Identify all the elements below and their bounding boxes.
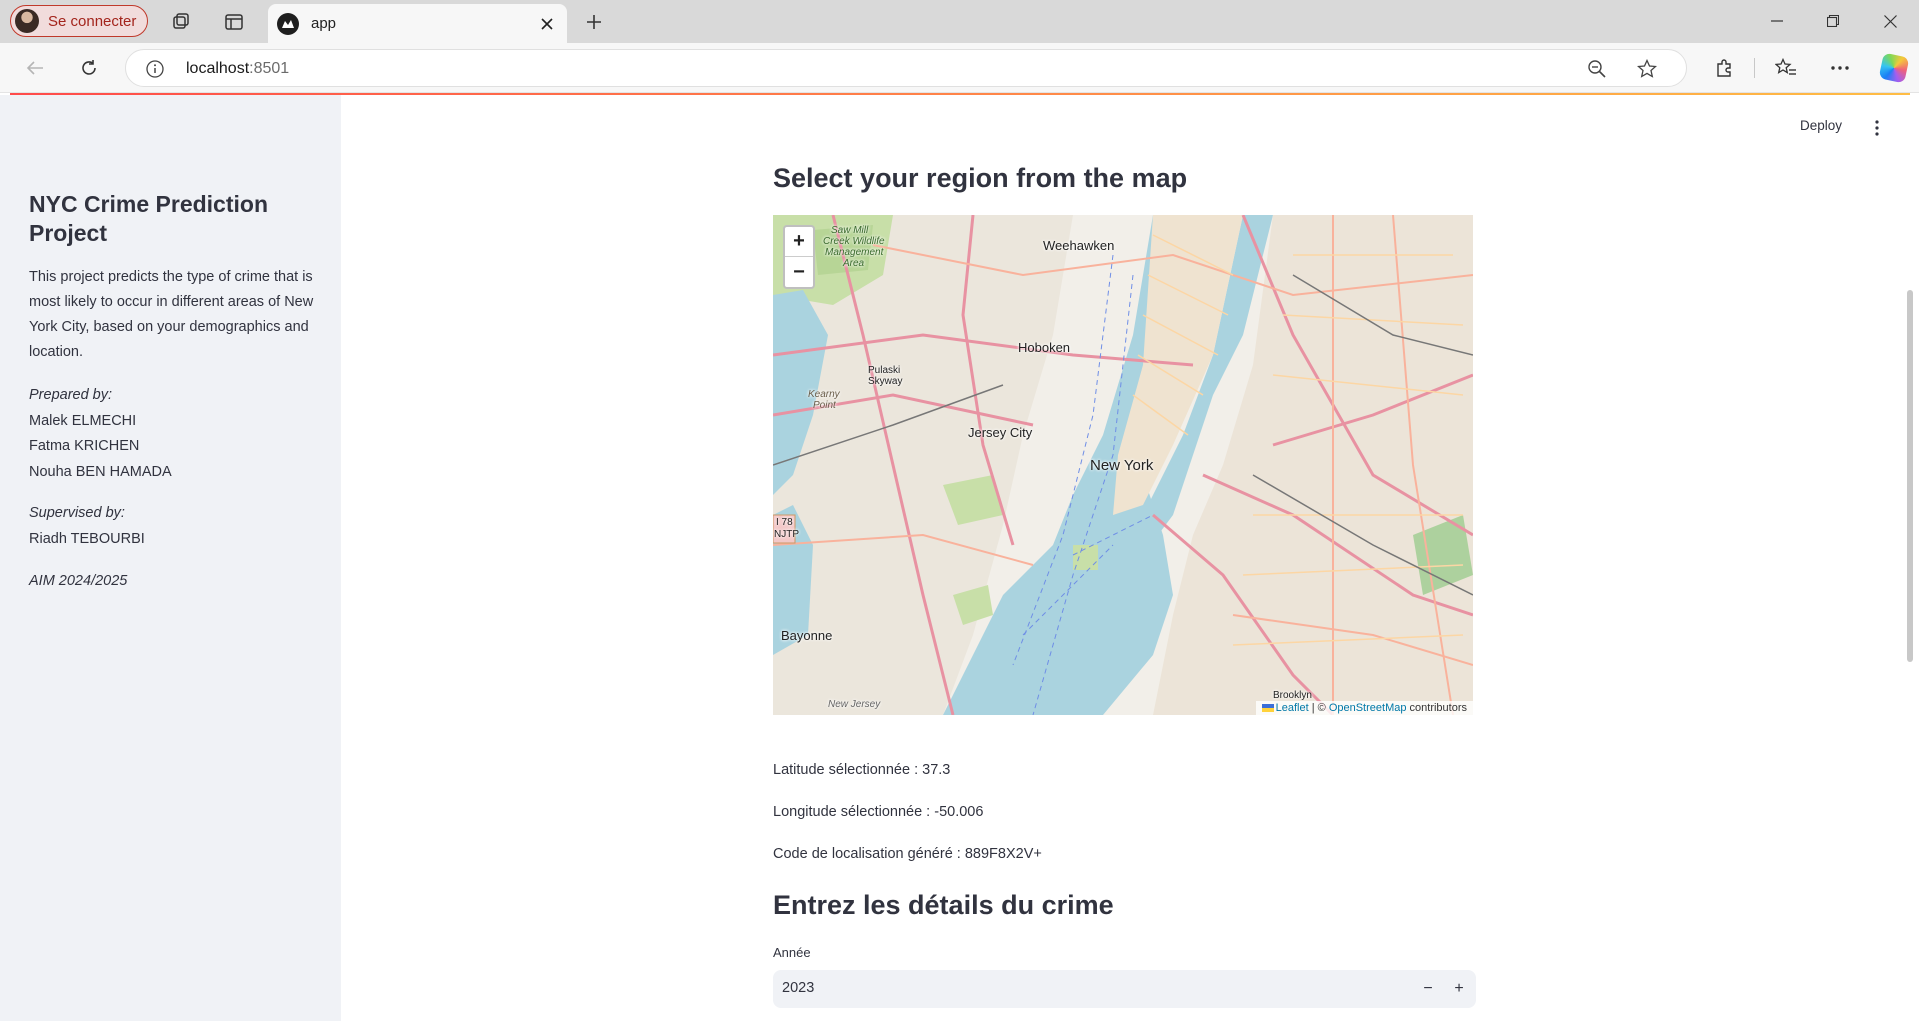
year-number-input[interactable]: 2023 − + — [773, 970, 1476, 1008]
supervised-by-label: Supervised by: — [29, 505, 125, 521]
academic-year: AIM 2024/2025 — [29, 573, 128, 589]
tab-actions-icon[interactable] — [221, 9, 247, 35]
workspaces-icon[interactable] — [168, 9, 194, 35]
map-label: Pulaski — [868, 365, 901, 376]
map-label: Kearny — [808, 389, 840, 400]
year-value[interactable]: 2023 — [782, 980, 814, 996]
year-increment-button[interactable]: + — [1444, 974, 1474, 1004]
page-scrollbar[interactable] — [1907, 290, 1913, 662]
author-name: Malek ELMECHI — [29, 413, 137, 429]
ukraine-flag-icon — [1261, 704, 1274, 712]
main-menu-icon[interactable] — [1870, 118, 1884, 138]
close-window-icon[interactable] — [1867, 6, 1913, 36]
map-label: Jersey City — [968, 425, 1033, 440]
more-options-icon[interactable] — [1826, 54, 1854, 82]
year-decrement-button[interactable]: − — [1413, 974, 1443, 1004]
url-text: localhost:8501 — [186, 60, 289, 78]
map-label: New York — [1090, 457, 1154, 474]
address-bar-row: localhost:8501 — [0, 43, 1919, 93]
site-info-icon[interactable] — [145, 59, 165, 79]
map-label: Point — [813, 400, 836, 411]
map-label: Brooklyn — [1273, 690, 1312, 701]
favorite-star-icon[interactable] — [1636, 58, 1658, 80]
map-zoom-control: + − — [783, 225, 815, 289]
leaflet-link[interactable]: Leaflet — [1276, 702, 1309, 714]
map-label: Bayonne — [781, 628, 833, 643]
url-field[interactable]: localhost:8501 — [125, 49, 1687, 87]
author-name: Nouha BEN HAMADA — [29, 464, 172, 480]
url-host: localhost — [186, 60, 250, 77]
url-port: :8501 — [249, 60, 290, 77]
author-name: Fatma KRICHEN — [29, 438, 140, 454]
attribution-contributors: contributors — [1406, 702, 1467, 714]
map-label: Weehawken — [1043, 238, 1115, 253]
map-label: Area — [843, 258, 865, 269]
map-zoom-out-button[interactable]: − — [785, 257, 813, 287]
refresh-icon[interactable] — [75, 54, 103, 82]
streamlit-favicon-icon — [277, 12, 299, 35]
profile-label: Se connecter — [48, 12, 137, 30]
year-label: Année — [773, 945, 811, 960]
deploy-button[interactable]: Deploy — [1800, 118, 1842, 133]
tab-app[interactable]: app — [268, 4, 567, 43]
osm-link[interactable]: OpenStreetMap — [1329, 702, 1407, 714]
longitude-text: Longitude sélectionnée : -50.006 — [773, 804, 984, 820]
map-label: Skyway — [868, 376, 903, 387]
extensions-icon[interactable] — [1710, 54, 1738, 82]
map-zoom-in-button[interactable]: + — [785, 227, 813, 257]
restore-icon[interactable] — [1810, 6, 1856, 36]
map-label: Saw Mill — [831, 225, 869, 236]
back-icon[interactable] — [21, 54, 49, 82]
location-code-text: Code de localisation généré : 889F8X2V+ — [773, 846, 1042, 862]
map-label: New Jersey — [828, 699, 881, 710]
new-tab-icon[interactable] — [580, 8, 608, 36]
toolbar-divider — [1754, 58, 1755, 78]
map-label: Management — [825, 247, 884, 258]
map-attribution: Leaflet | © OpenStreetMap contributors — [1255, 701, 1473, 715]
browser-tab-bar: Se connecter app — [0, 0, 1919, 43]
zoom-out-icon[interactable] — [1586, 58, 1608, 80]
tab-title: app — [311, 15, 337, 32]
favorites-icon[interactable] — [1772, 54, 1800, 82]
attribution-separator: | © — [1308, 702, 1329, 714]
map-label: NJTP — [774, 529, 799, 540]
map-label: Creek Wildlife — [823, 236, 885, 247]
avatar — [15, 9, 39, 33]
minimize-icon[interactable] — [1754, 6, 1800, 36]
crime-details-title: Entrez les détails du crime — [773, 890, 1114, 920]
sidebar-description: This project predicts the type of crime … — [29, 269, 314, 360]
copilot-icon[interactable] — [1878, 52, 1910, 84]
map-label: I 78 — [776, 517, 793, 528]
map-section-title: Select your region from the map — [773, 163, 1188, 193]
supervisor-name: Riadh TEBOURBI — [29, 531, 145, 547]
map-label: Hoboken — [1018, 340, 1071, 355]
sidebar-title: NYC Crime Prediction Project — [29, 191, 268, 246]
leaflet-map[interactable]: + − Weehawken Hoboken Jersey City New Yo… — [773, 215, 1473, 715]
latitude-text: Latitude sélectionnée : 37.3 — [773, 762, 951, 778]
profile-button[interactable]: Se connecter — [10, 5, 148, 37]
prepared-by-label: Prepared by: — [29, 387, 113, 403]
close-tab-icon[interactable] — [535, 12, 559, 36]
